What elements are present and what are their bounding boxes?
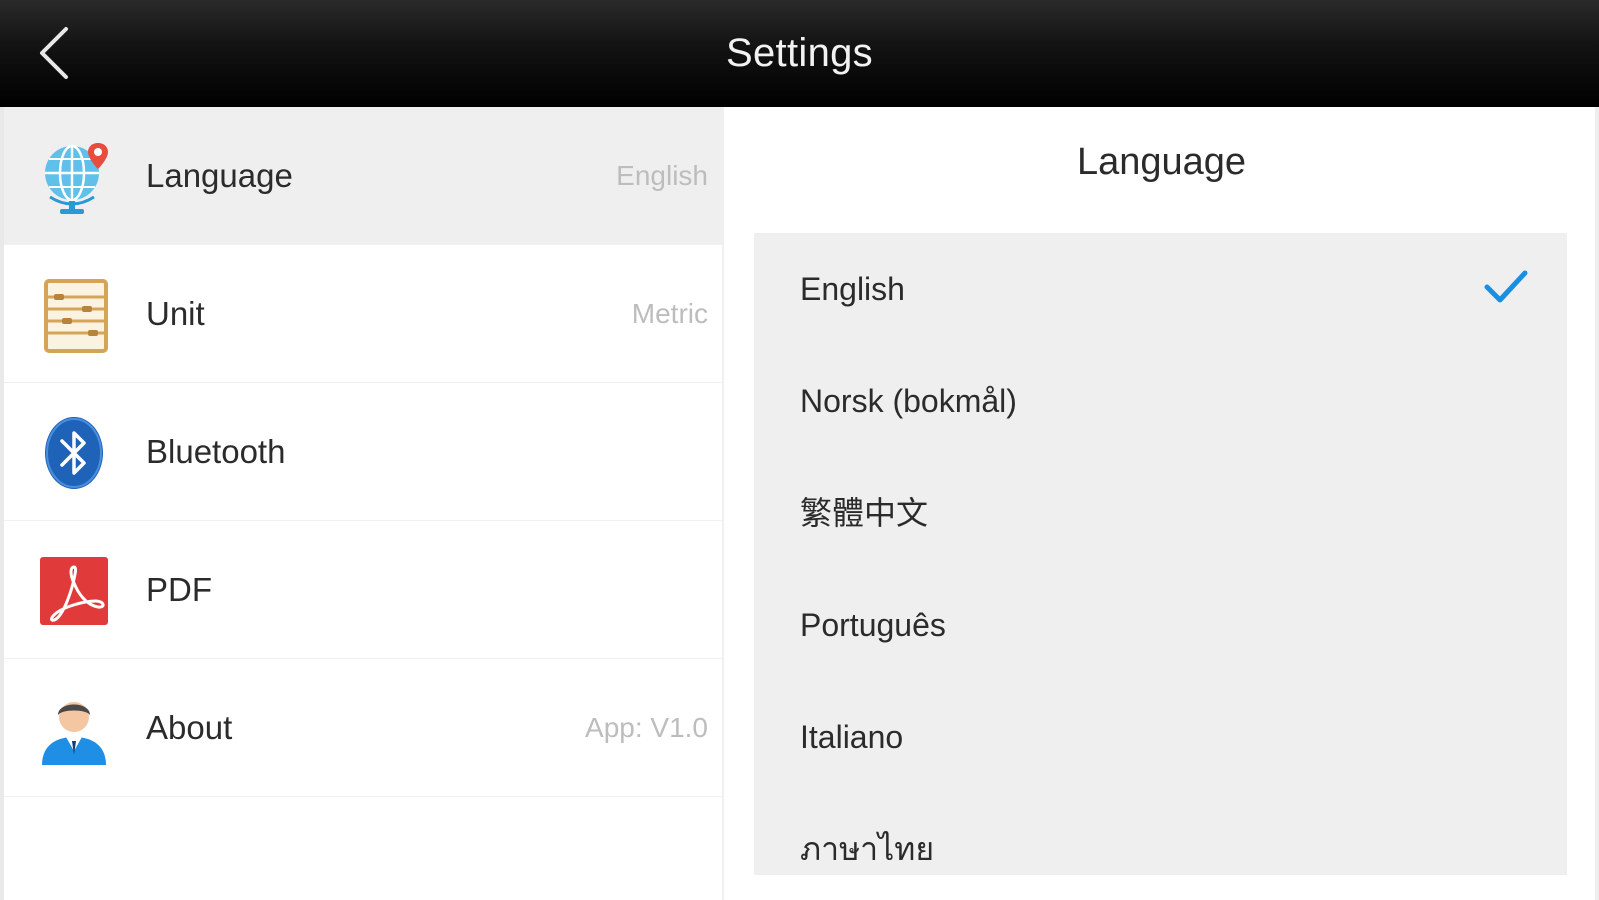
language-option-portugues[interactable]: Português (754, 569, 1567, 681)
language-option-label: Norsk (bokmål) (800, 383, 1017, 419)
language-option-label: ภาษาไทย (800, 831, 935, 867)
language-option-label: Português (800, 607, 946, 643)
sidebar-item-value: English (616, 160, 708, 191)
language-option-label: 繁體中文 (800, 495, 929, 531)
pdf-icon (36, 551, 116, 631)
globe-icon (36, 137, 116, 217)
language-option-italiano[interactable]: Italiano (754, 681, 1567, 793)
sidebar-item-label: Language (146, 157, 293, 194)
language-list[interactable]: English Norsk (bokmål) 繁體中文 Português It… (754, 233, 1567, 875)
settings-menu: Language English Unit Metric Bluetooth P… (4, 107, 722, 900)
sidebar-item-pdf[interactable]: PDF (4, 521, 722, 659)
abacus-icon (36, 275, 116, 355)
sidebar-item-value: App: V1.0 (585, 712, 708, 743)
sidebar-item-unit[interactable]: Unit Metric (4, 245, 722, 383)
sidebar-item-language[interactable]: Language English (4, 107, 722, 245)
sidebar-item-label: Bluetooth (146, 433, 286, 470)
sidebar-item-label: Unit (146, 295, 205, 332)
language-option-label: Italiano (800, 719, 904, 755)
language-option-english[interactable]: English (754, 233, 1567, 345)
language-option-traditional-chinese[interactable]: 繁體中文 (754, 457, 1567, 569)
sidebar-item-bluetooth[interactable]: Bluetooth (4, 383, 722, 521)
sidebar-item-value: Metric (631, 298, 708, 329)
sidebar-item-about[interactable]: About App: V1.0 (4, 659, 722, 797)
language-detail-pane: Language English Norsk (bokmål) 繁體中文 Por… (724, 107, 1599, 900)
detail-title: Language (1076, 141, 1247, 183)
bluetooth-icon (36, 413, 116, 493)
settings-screen: Settings Language English Unit Metric Bl… (0, 0, 1599, 900)
user-icon (36, 689, 116, 769)
sidebar-item-label: PDF (146, 571, 212, 608)
page-title: Settings (726, 31, 873, 75)
checkmark-icon (1484, 270, 1528, 303)
title-bar: Settings (0, 0, 1599, 107)
language-option-label: English (800, 271, 905, 307)
language-option-thai[interactable]: ภาษาไทย (754, 793, 1567, 875)
right-edge (1595, 107, 1599, 900)
sidebar-item-label: About (146, 709, 233, 746)
language-option-norsk[interactable]: Norsk (bokmål) (754, 345, 1567, 457)
